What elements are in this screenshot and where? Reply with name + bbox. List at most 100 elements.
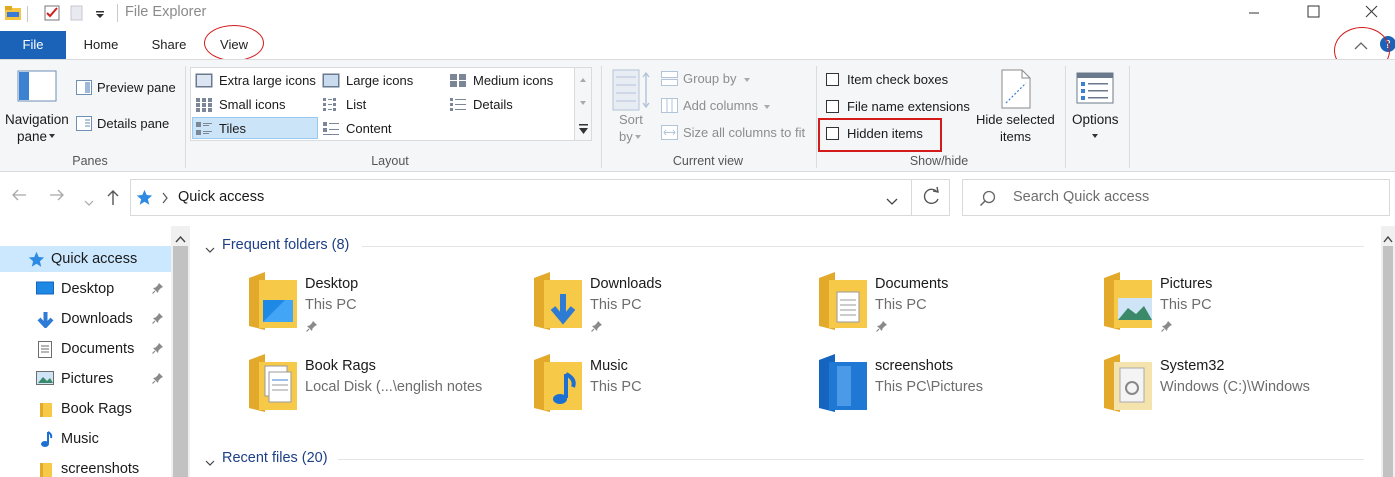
sort-by-icon[interactable]: [612, 69, 652, 116]
details-pane-button[interactable]: Details pane: [97, 116, 169, 131]
recent-files-heading[interactable]: Recent files (20): [222, 450, 328, 466]
pin-icon: [152, 342, 164, 357]
folder-name: Desktop: [305, 276, 359, 292]
frequent-folders-heading[interactable]: Frequent folders (8): [222, 237, 349, 253]
folder-tile[interactable]: Desktop This PC: [190, 272, 470, 350]
maximize-button[interactable]: [1290, 0, 1336, 28]
chevron-down-icon: [764, 105, 770, 109]
new-folder-icon[interactable]: [70, 5, 84, 24]
panes-group-label: Panes: [72, 154, 108, 168]
close-button[interactable]: [1349, 0, 1395, 28]
sidebar-item-documents[interactable]: Documents: [0, 336, 170, 366]
blue-folder-icon: [815, 352, 873, 417]
file-name-extensions-checkbox[interactable]: [826, 100, 839, 113]
collapse-section-chevron-icon[interactable]: [205, 242, 215, 257]
chevron-down-icon: [744, 78, 750, 82]
sidebar-item-label: screenshots: [61, 461, 140, 477]
breadcrumb-chevron-icon[interactable]: [161, 192, 169, 207]
pin-icon: [152, 312, 164, 327]
desktop-icon: [36, 281, 54, 299]
list-option[interactable]: List: [346, 97, 366, 112]
collapse-section-chevron-icon[interactable]: [205, 455, 215, 470]
folder-tile[interactable]: Downloads This PC: [475, 272, 755, 350]
group-by-button[interactable]: Group by: [683, 71, 736, 86]
sidebar-item-label: Desktop: [61, 281, 115, 297]
file-name-extensions-label[interactable]: File name extensions: [847, 99, 970, 114]
folder-name: Music: [590, 358, 628, 374]
nav-scrollbar[interactable]: [171, 226, 190, 477]
scroll-up-icon[interactable]: [175, 231, 186, 246]
medium-icons-option[interactable]: Medium icons: [473, 73, 553, 88]
address-bar[interactable]: Quick access: [130, 179, 950, 216]
navigation-pane-icon[interactable]: [17, 70, 57, 105]
folder-tile[interactable]: Music This PC: [475, 354, 755, 432]
item-check-boxes-label[interactable]: Item check boxes: [847, 72, 948, 87]
customize-quick-access-icon[interactable]: [95, 8, 105, 23]
tab-file[interactable]: File: [0, 31, 66, 59]
preview-pane-button[interactable]: Preview pane: [97, 80, 176, 95]
extra-large-icons-option[interactable]: Extra large icons: [219, 73, 316, 88]
folder-tile[interactable]: System32 Windows (C:)\Windows: [1045, 354, 1325, 432]
hidden-items-annotation-box: [818, 118, 942, 152]
chevron-down-icon: [635, 135, 641, 139]
pictures-icon: [36, 371, 54, 388]
folder-tile[interactable]: Book Rags Local Disk (...\english notes: [190, 354, 482, 432]
sidebar-item-label: Downloads: [61, 311, 133, 327]
title-bar: File Explorer: [0, 0, 1395, 30]
navigation-pane-label-2[interactable]: pane: [17, 129, 47, 144]
search-input[interactable]: Search Quick access: [1013, 189, 1149, 205]
size-columns-icon: [661, 125, 678, 143]
options-icon[interactable]: [1076, 72, 1114, 107]
up-arrow-icon[interactable]: [106, 189, 120, 211]
content-scroll-thumb[interactable]: [1383, 246, 1393, 477]
navigation-pane-label-1[interactable]: Navigation: [5, 112, 69, 127]
tab-home[interactable]: Home: [72, 31, 130, 59]
refresh-button[interactable]: [911, 180, 949, 215]
back-arrow-icon[interactable]: [11, 188, 27, 207]
sort-by-label-2[interactable]: by: [619, 129, 633, 144]
folder-tile[interactable]: Pictures This PC: [1045, 272, 1325, 350]
pin-icon: [152, 372, 164, 387]
hide-selected-label-2[interactable]: items: [1000, 129, 1031, 144]
folder-app-icon[interactable]: [4, 5, 22, 24]
sidebar-item-screenshots[interactable]: screenshots: [0, 456, 170, 477]
sidebar-item-quick-access[interactable]: Quick access: [0, 246, 170, 276]
tiles-icon: [195, 121, 213, 139]
tab-share[interactable]: Share: [140, 31, 198, 59]
forward-arrow-icon[interactable]: [49, 188, 65, 207]
sidebar-item-book-rags[interactable]: Book Rags: [0, 396, 170, 426]
sidebar-item-desktop[interactable]: Desktop: [0, 276, 170, 306]
options-button[interactable]: Options: [1072, 112, 1119, 127]
content-scrollbar[interactable]: [1381, 226, 1395, 477]
sort-by-label-1[interactable]: Sort: [619, 112, 643, 127]
folder-name: Pictures: [1160, 276, 1213, 292]
hide-selected-items-icon[interactable]: [1000, 69, 1032, 112]
details-option[interactable]: Details: [473, 97, 513, 112]
title-sep-1: [27, 6, 28, 22]
tiles-option[interactable]: Tiles: [219, 121, 246, 136]
properties-icon[interactable]: [44, 5, 60, 24]
size-all-columns-button[interactable]: Size all columns to fit: [683, 125, 805, 140]
download-arrow-icon: [37, 311, 54, 331]
scroll-up-icon[interactable]: [1383, 231, 1393, 246]
address-dropdown-chevron-icon[interactable]: [886, 194, 898, 209]
nav-scroll-thumb[interactable]: [173, 246, 188, 477]
add-columns-button[interactable]: Add columns: [683, 98, 758, 113]
minimize-button[interactable]: [1231, 0, 1277, 28]
folder-tile[interactable]: Documents This PC: [760, 272, 1040, 350]
sidebar-item-pictures[interactable]: Pictures: [0, 366, 170, 396]
search-box[interactable]: Search Quick access: [962, 179, 1390, 216]
folder-name: Book Rags: [305, 358, 376, 374]
content-option[interactable]: Content: [346, 121, 392, 136]
hide-selected-label-1[interactable]: Hide selected: [976, 112, 1055, 127]
sidebar-item-downloads[interactable]: Downloads: [0, 306, 170, 336]
folder-location: Windows (C:)\Windows: [1160, 379, 1310, 395]
folder-tile[interactable]: screenshots This PC\Pictures: [760, 354, 1040, 432]
sidebar-item-music[interactable]: Music: [0, 426, 170, 456]
item-check-boxes-checkbox[interactable]: [826, 73, 839, 86]
recent-locations-chevron-icon[interactable]: [84, 193, 94, 211]
layout-gallery-scroller[interactable]: [575, 67, 592, 141]
large-icons-option[interactable]: Large icons: [346, 73, 413, 88]
breadcrumb-quick-access[interactable]: Quick access: [178, 189, 264, 205]
small-icons-option[interactable]: Small icons: [219, 97, 285, 112]
